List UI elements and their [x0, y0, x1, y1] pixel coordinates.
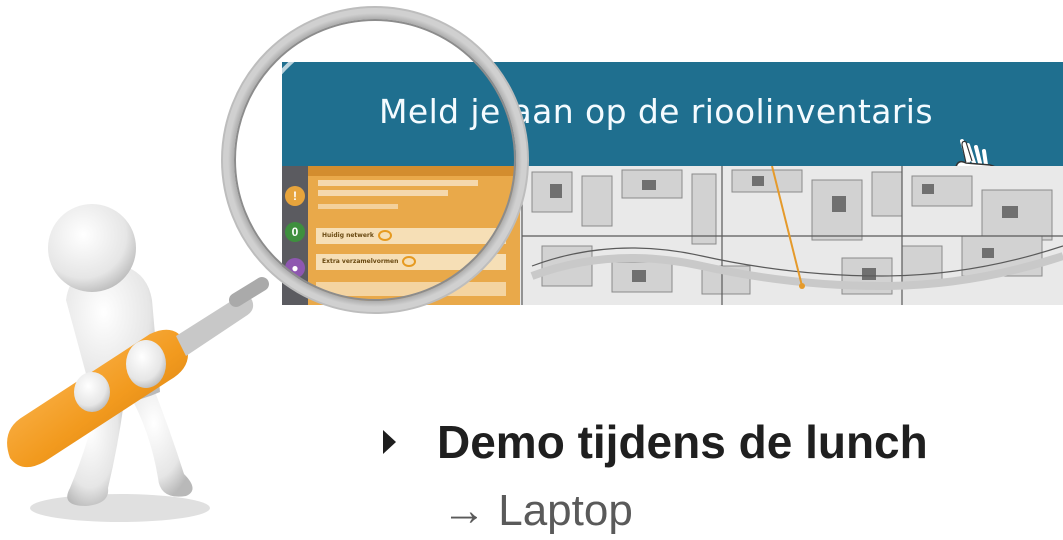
- bullet-heading: Demo tijdens de lunch: [437, 416, 928, 468]
- bullet-subtext: → Laptop: [442, 486, 633, 535]
- bullet-marker-icon: [383, 430, 396, 454]
